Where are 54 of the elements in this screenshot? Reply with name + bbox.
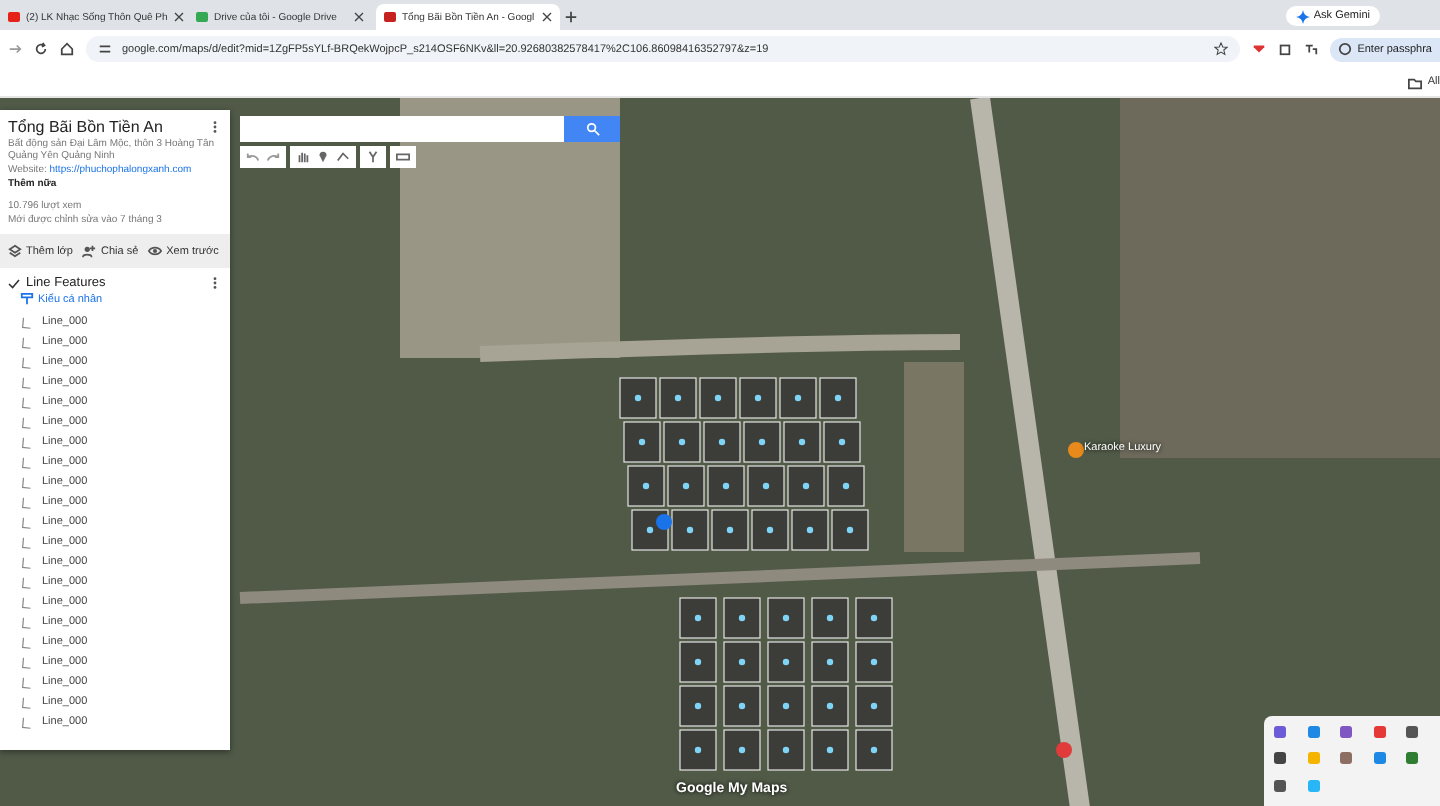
close-icon[interactable] bbox=[173, 12, 184, 22]
line-icon bbox=[20, 435, 34, 449]
line-icon bbox=[20, 335, 34, 349]
ruler-icon[interactable] bbox=[396, 150, 410, 164]
search-icon bbox=[585, 122, 599, 136]
checkbox-icon[interactable] bbox=[8, 277, 20, 289]
home-icon[interactable] bbox=[60, 42, 74, 56]
map-title: Tổng Bãi Bồn Tiền An bbox=[8, 118, 163, 136]
marker-icon[interactable] bbox=[316, 150, 330, 164]
reload-icon[interactable] bbox=[34, 42, 48, 56]
line-icon bbox=[20, 655, 34, 669]
sparkle-icon bbox=[1295, 9, 1310, 23]
add-person-icon bbox=[82, 244, 97, 258]
line-icon bbox=[20, 395, 34, 409]
close-icon[interactable] bbox=[542, 12, 552, 22]
line-icon bbox=[20, 715, 34, 729]
folder-icon bbox=[1407, 75, 1422, 89]
line-icon bbox=[20, 615, 34, 629]
eye-icon bbox=[148, 244, 163, 258]
favicon-icon bbox=[384, 12, 396, 22]
line-icon bbox=[20, 695, 34, 709]
line-icon bbox=[20, 555, 34, 569]
line-icon bbox=[20, 635, 34, 649]
search-button[interactable] bbox=[564, 116, 620, 142]
forward-icon[interactable] bbox=[8, 42, 22, 56]
line-icon bbox=[20, 315, 34, 329]
line-icon bbox=[20, 535, 34, 549]
favicon-icon bbox=[8, 12, 20, 22]
line-icon bbox=[20, 355, 34, 369]
undo-icon[interactable] bbox=[246, 150, 260, 164]
new-tab-icon[interactable] bbox=[564, 10, 578, 24]
translate-icon[interactable] bbox=[1303, 42, 1318, 56]
star-icon[interactable] bbox=[1213, 42, 1228, 56]
more-options-icon[interactable] bbox=[208, 276, 222, 290]
line-icon bbox=[20, 515, 34, 529]
line-icon bbox=[20, 455, 34, 469]
line-icon bbox=[20, 415, 34, 429]
line-icon bbox=[20, 675, 34, 689]
directions-icon[interactable] bbox=[366, 150, 380, 164]
layers-icon bbox=[8, 244, 22, 258]
map-pin-icon[interactable] bbox=[656, 514, 672, 530]
map-pin-icon[interactable] bbox=[1068, 442, 1084, 458]
redo-icon[interactable] bbox=[266, 150, 280, 164]
map-pin-icon[interactable] bbox=[1056, 742, 1072, 758]
line-icon bbox=[20, 475, 34, 489]
line-icon bbox=[20, 375, 34, 389]
line-icon bbox=[20, 575, 34, 589]
paint-roller-icon bbox=[20, 292, 34, 306]
close-icon[interactable] bbox=[354, 12, 364, 22]
more-options-icon[interactable] bbox=[208, 120, 222, 134]
line-icon bbox=[20, 495, 34, 509]
draw-line-icon[interactable] bbox=[336, 150, 350, 164]
line-icon bbox=[20, 595, 34, 609]
favicon-icon bbox=[196, 12, 208, 22]
